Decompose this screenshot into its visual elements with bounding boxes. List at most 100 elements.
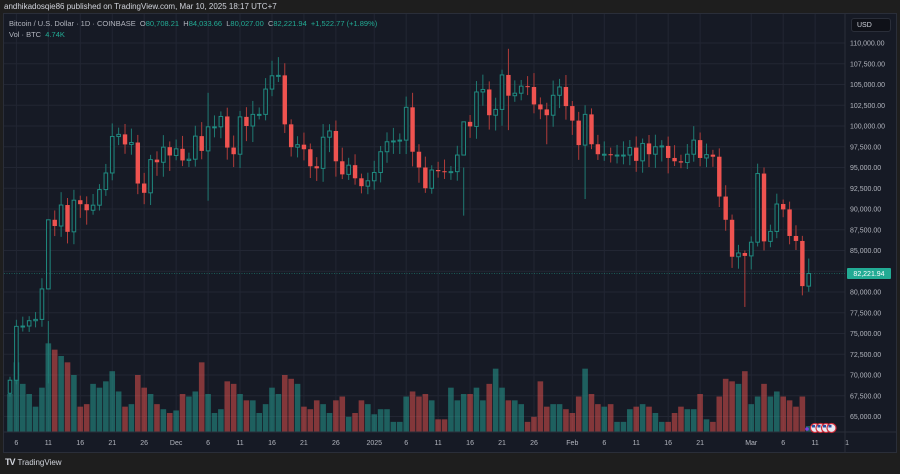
volume-bar — [269, 387, 275, 432]
candle-body-down — [288, 124, 294, 148]
volume-bar — [58, 356, 64, 432]
candle-body-up — [455, 154, 460, 173]
candle-body-up — [640, 142, 645, 162]
candle-body-up — [346, 164, 351, 175]
volume-bar — [627, 409, 633, 432]
candle-body-up — [7, 379, 13, 394]
volume-bar — [230, 383, 237, 432]
candle-body-up — [653, 146, 658, 155]
candle-body-down — [570, 106, 575, 121]
volume-bar — [786, 400, 793, 432]
volume-bar — [531, 416, 537, 432]
candle-body-down — [595, 144, 601, 155]
volume-bar — [333, 400, 339, 432]
volume-bar — [115, 391, 122, 432]
candle-body-up — [161, 146, 166, 163]
volume-bar — [499, 387, 505, 432]
volume-bar — [262, 404, 269, 432]
event-dot-icon — [805, 427, 809, 431]
candle-body-up — [736, 252, 741, 258]
volume-bar — [774, 391, 780, 432]
time-axis-label: 21 — [300, 440, 308, 447]
symbol-name[interactable]: Bitcoin / U.S. Dollar · 1D · COINBASE — [9, 19, 136, 28]
candle-body-up — [384, 141, 390, 153]
volume-bar — [160, 409, 167, 432]
candle-body-down — [84, 204, 89, 211]
volume-bar — [518, 404, 524, 432]
volume-bar — [595, 404, 601, 432]
volume-bar — [83, 404, 90, 432]
candle-body-down — [787, 209, 792, 236]
volume-bar — [435, 419, 441, 432]
candle-body-down — [761, 173, 767, 242]
candle-body-down — [359, 178, 364, 187]
candle-body-down — [487, 89, 492, 116]
candle-body-up — [250, 113, 256, 127]
volume-bar — [339, 396, 346, 432]
candle-body-down — [780, 204, 786, 210]
volume-bar — [754, 396, 761, 432]
candle-body-up — [256, 113, 262, 116]
volume-bar — [480, 400, 486, 432]
candle-body-down — [742, 252, 748, 256]
candle-body-down — [589, 114, 594, 145]
volume-bar — [601, 406, 608, 432]
tradingview-logo-icon[interactable]: TV — [5, 457, 15, 467]
volume-bar — [658, 421, 665, 432]
candle-body-up — [518, 85, 524, 94]
candle-body-down — [634, 147, 639, 161]
candle-body-up — [512, 92, 518, 97]
volume-bar — [524, 421, 531, 432]
candle-body-down — [423, 167, 428, 189]
volume-bar — [690, 409, 697, 432]
volume-bar — [422, 394, 429, 432]
volume-line: Vol · BTC 4.74K — [9, 29, 377, 40]
volume-bar — [90, 383, 96, 432]
volume-bar — [684, 409, 691, 432]
candle-body-up — [806, 273, 812, 287]
volume-bar — [652, 413, 659, 432]
price-tick-label: 65,000.00 — [850, 414, 881, 421]
volume-bar — [237, 394, 243, 432]
candle-body-down — [672, 157, 677, 162]
volume-bar — [537, 381, 544, 432]
volume-bar — [250, 400, 256, 432]
volume-bar — [403, 396, 409, 432]
volume-label[interactable]: Vol · BTC — [9, 30, 41, 39]
candlestick-chart[interactable]: 110,000.00 107,500.00 105,000.00 102,500.00… — [0, 0, 900, 474]
candle-body-up — [493, 108, 498, 116]
volume-bar — [192, 391, 199, 432]
candle-body-up — [26, 320, 32, 327]
us-event-flag-icon[interactable] — [826, 422, 837, 434]
volume-bar — [505, 400, 512, 432]
candle-body-up — [71, 199, 77, 233]
candle-body-up — [378, 151, 383, 173]
volume-bar — [19, 383, 26, 432]
price-tick-label: 100,000.00 — [850, 124, 885, 131]
candle-body-up — [627, 147, 633, 156]
candle-body-up — [448, 171, 454, 174]
candle-body-down — [506, 74, 511, 96]
volume-bar — [646, 406, 652, 432]
flag-canton-icon — [823, 425, 826, 428]
candle-body-up — [295, 144, 300, 148]
volume-bar — [224, 381, 231, 432]
candle-body-up — [774, 203, 780, 232]
candle-body-up — [129, 142, 134, 145]
candle-body-up — [212, 126, 217, 129]
volume-bar — [588, 394, 595, 432]
tradingview-brand[interactable]: TradingView — [18, 458, 62, 467]
candle-body-down — [410, 107, 415, 152]
flag-canton-icon — [828, 425, 832, 428]
time-axis-label: 6 — [404, 440, 408, 447]
volume-bar — [799, 396, 806, 432]
volume-bar — [767, 396, 774, 432]
candle-body-down — [282, 75, 287, 125]
candle-body-up — [748, 241, 754, 257]
volume-bar — [288, 378, 294, 432]
candle-body-up — [365, 180, 371, 187]
currency-button[interactable]: USD — [851, 18, 891, 32]
time-axis-label: 11 — [434, 440, 441, 447]
candle-body-down — [225, 116, 230, 148]
volume-bar — [550, 404, 556, 432]
